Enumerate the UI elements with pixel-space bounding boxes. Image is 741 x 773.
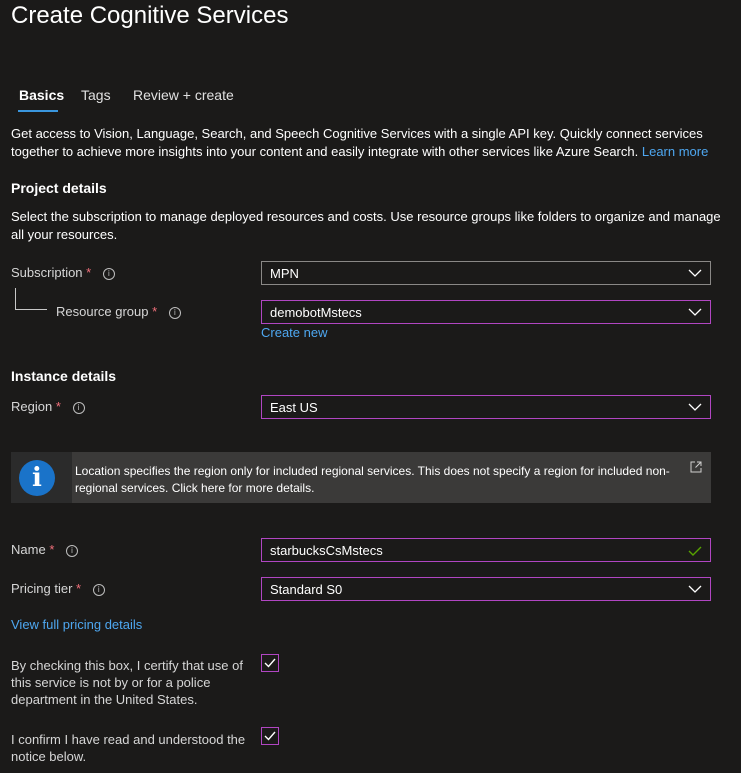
required-marker: *: [49, 542, 55, 557]
required-marker: *: [152, 304, 158, 319]
info-circle-icon: i: [19, 460, 55, 496]
tree-connector: [15, 309, 47, 310]
learn-more-link[interactable]: Learn more: [642, 144, 708, 159]
info-icon[interactable]: i: [92, 584, 105, 596]
tree-connector: [15, 288, 16, 309]
confirm-notice-checkbox[interactable]: [261, 727, 279, 745]
notice-icon-panel: i: [11, 452, 72, 503]
tab-tags[interactable]: Tags: [81, 87, 111, 103]
pricing-tier-dropdown[interactable]: Standard S0: [261, 577, 711, 601]
chevron-down-icon: [688, 308, 702, 316]
resource-group-label: Resource group * i: [56, 304, 181, 319]
confirm-notice-text: I confirm I have read and understood the…: [11, 732, 246, 764]
region-notice[interactable]: i Location specifies the region only for…: [11, 452, 711, 503]
info-icon[interactable]: i: [168, 307, 181, 319]
region-dropdown[interactable]: East US: [261, 395, 711, 419]
active-tab-indicator: [18, 110, 58, 112]
region-value: East US: [270, 400, 318, 415]
notice-text: Location specifies the region only for i…: [75, 464, 670, 495]
resource-group-value: demobotMstecs: [270, 305, 362, 320]
required-marker: *: [86, 265, 92, 280]
tab-basics[interactable]: Basics: [19, 87, 64, 103]
intro-text: Get access to Vision, Language, Search, …: [11, 125, 726, 160]
name-value: starbucksCsMstecs: [270, 543, 383, 558]
subscription-label: Subscription * i: [11, 265, 115, 280]
view-pricing-details-link[interactable]: View full pricing details: [11, 617, 142, 632]
checkmark-icon: [264, 731, 276, 741]
region-label-text: Region: [11, 399, 53, 414]
name-input[interactable]: starbucksCsMstecs: [261, 538, 711, 562]
required-marker: *: [76, 581, 82, 596]
instance-details-heading: Instance details: [11, 368, 117, 384]
pricing-tier-label-text: Pricing tier: [11, 581, 73, 596]
project-details-heading: Project details: [11, 180, 107, 196]
intro-description: Get access to Vision, Language, Search, …: [11, 126, 703, 159]
subscription-dropdown[interactable]: MPN: [261, 261, 711, 285]
police-certify-checkbox[interactable]: [261, 654, 279, 672]
page-title: Create Cognitive Services: [11, 2, 289, 29]
resource-group-label-text: Resource group: [56, 304, 149, 319]
subscription-label-text: Subscription: [11, 265, 83, 280]
create-new-link[interactable]: Create new: [261, 325, 327, 340]
project-details-description: Select the subscription to manage deploy…: [11, 209, 721, 242]
resource-group-dropdown[interactable]: demobotMstecs: [261, 300, 711, 324]
name-label: Name * i: [11, 542, 78, 557]
chevron-down-icon: [688, 269, 702, 277]
chevron-down-icon: [688, 585, 702, 593]
name-label-text: Name: [11, 542, 46, 557]
checkmark-icon: [264, 658, 276, 668]
info-icon[interactable]: i: [72, 402, 85, 414]
info-icon[interactable]: i: [102, 268, 115, 280]
external-link-icon[interactable]: [690, 461, 702, 473]
police-certify-text: By checking this box, I certify that use…: [11, 658, 243, 707]
checkmark-icon: [688, 546, 702, 556]
pricing-tier-label: Pricing tier * i: [11, 581, 105, 596]
tab-review-create[interactable]: Review + create: [133, 87, 234, 103]
subscription-value: MPN: [270, 266, 299, 281]
pricing-tier-value: Standard S0: [270, 582, 343, 597]
chevron-down-icon: [688, 403, 702, 411]
info-icon[interactable]: i: [66, 545, 78, 557]
required-marker: *: [55, 399, 61, 414]
region-label: Region * i: [11, 399, 85, 414]
